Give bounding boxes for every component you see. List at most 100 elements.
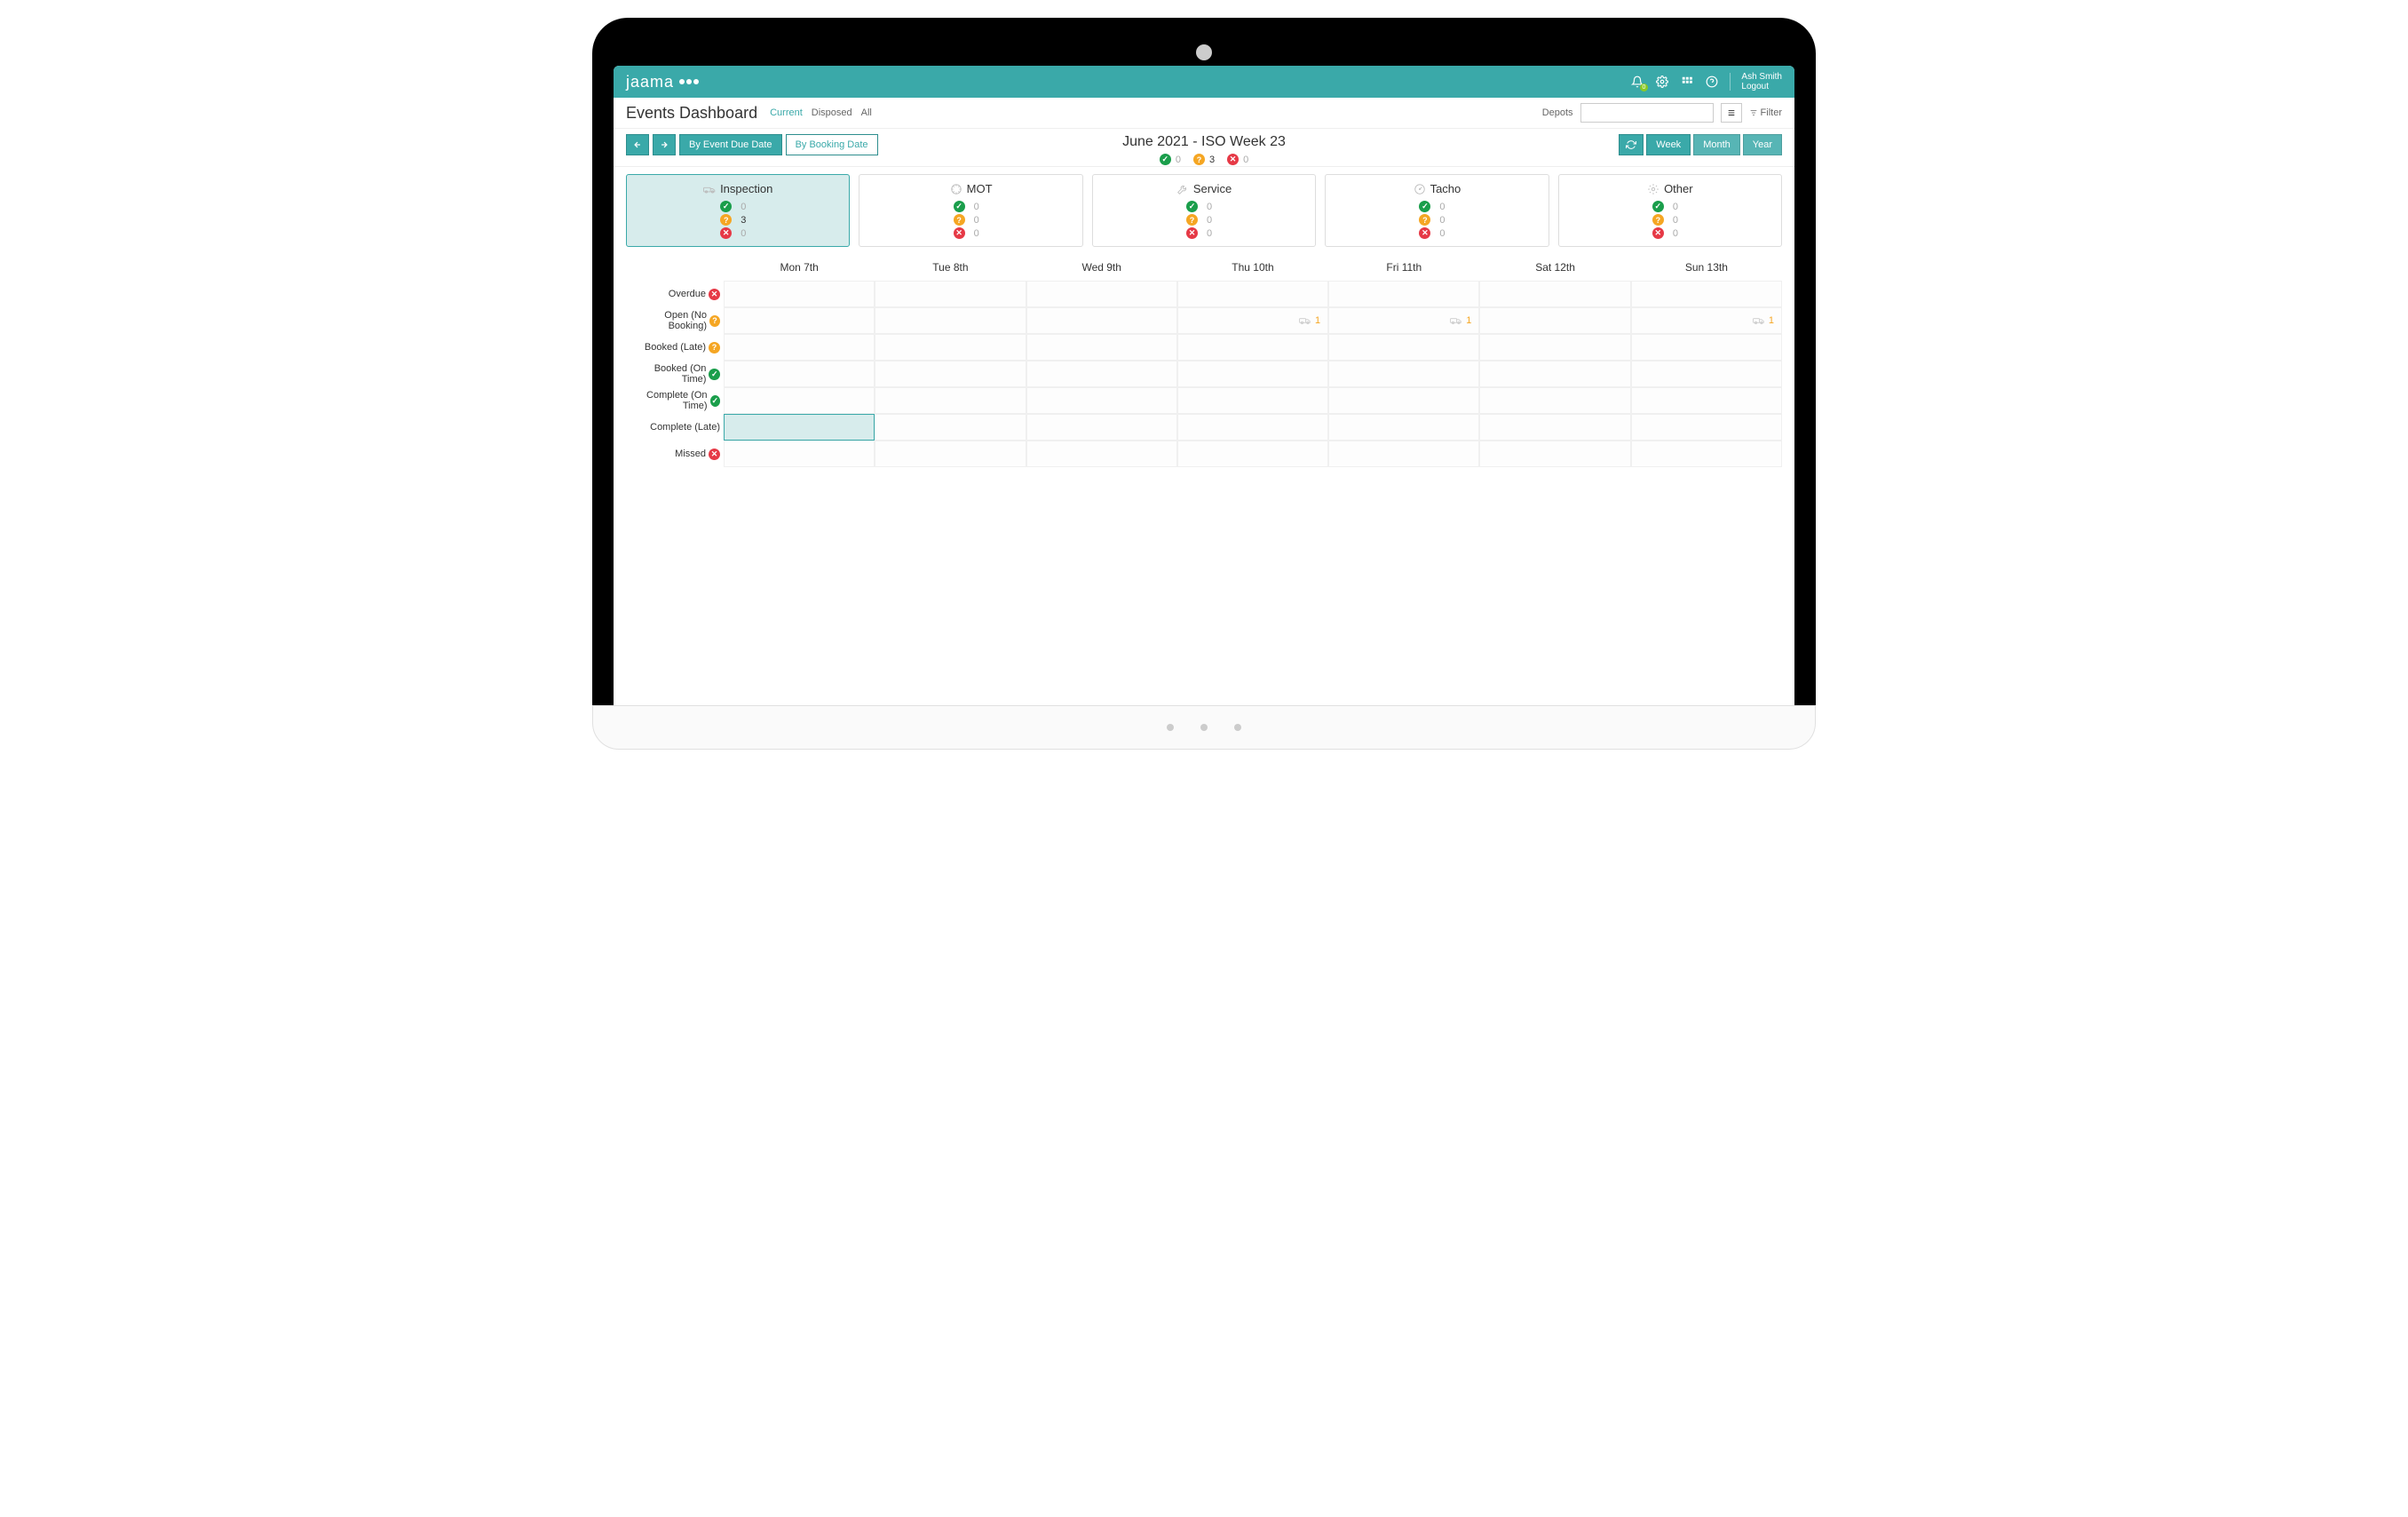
grid-cell[interactable]	[1479, 414, 1630, 441]
grid-cell[interactable]	[724, 334, 875, 361]
grid-icon[interactable]	[1680, 75, 1694, 89]
grid-cell[interactable]	[1631, 414, 1782, 441]
logo-dots	[679, 79, 699, 84]
grid-cell[interactable]	[1177, 441, 1328, 467]
card-inspection[interactable]: Inspection✓0?3✕0	[626, 174, 850, 247]
refresh-button[interactable]	[1619, 134, 1644, 155]
day-header: Wed 9th	[1026, 254, 1177, 281]
range-week-button[interactable]: Week	[1646, 134, 1691, 155]
grid-cell[interactable]	[1026, 361, 1177, 387]
grid-cell[interactable]	[1177, 361, 1328, 387]
logout-link[interactable]: Logout	[1741, 82, 1782, 91]
grid-cell[interactable]: 1	[1631, 307, 1782, 334]
grid-cell[interactable]	[1328, 281, 1479, 307]
mot-icon	[950, 183, 962, 195]
grid-cell[interactable]	[875, 334, 1026, 361]
grid-cell[interactable]	[1177, 281, 1328, 307]
grid-cell[interactable]	[1631, 281, 1782, 307]
card-title-text: MOT	[967, 182, 993, 195]
card-stats: ✓0?0✕0	[1333, 201, 1541, 239]
logo[interactable]: jaama	[626, 73, 699, 91]
grid-cell[interactable]	[1479, 361, 1630, 387]
grid-cell[interactable]	[1328, 414, 1479, 441]
summary-green: ✓0	[1160, 154, 1181, 165]
by-due-date-button[interactable]: By Event Due Date	[679, 134, 782, 155]
grid-cell[interactable]	[724, 307, 875, 334]
grid-cell[interactable]	[724, 361, 875, 387]
grid-cell[interactable]	[1177, 414, 1328, 441]
card-mot[interactable]: MOT✓0?0✕0	[859, 174, 1082, 247]
filter-link[interactable]: Filter	[1749, 107, 1782, 118]
card-stat-green: ✓0	[1652, 201, 1688, 212]
range-month-button[interactable]: Month	[1693, 134, 1740, 155]
x-icon: ✕	[1227, 154, 1239, 165]
next-period-button[interactable]	[653, 134, 676, 155]
grid-cell[interactable]	[875, 307, 1026, 334]
card-service[interactable]: Service✓0?0✕0	[1092, 174, 1316, 247]
truck-icon	[1450, 316, 1462, 325]
grid-cell[interactable]	[724, 281, 875, 307]
card-title-text: Inspection	[720, 182, 772, 195]
grid-cell[interactable]	[875, 387, 1026, 414]
question-icon: ?	[1193, 154, 1205, 165]
period-summary: ✓0 ?3 ✕0	[1026, 154, 1382, 165]
grid-cell[interactable]	[875, 361, 1026, 387]
grid-cell[interactable]	[1631, 441, 1782, 467]
grid-cell[interactable]	[1479, 387, 1630, 414]
gear-icon[interactable]	[1655, 75, 1669, 89]
grid-cell[interactable]	[875, 281, 1026, 307]
grid-cell[interactable]	[1026, 414, 1177, 441]
check-icon: ✓	[709, 369, 720, 380]
grid-cell[interactable]	[1328, 441, 1479, 467]
question-icon: ?	[720, 214, 732, 226]
grid-cell[interactable]	[1479, 281, 1630, 307]
grid-cell[interactable]	[1026, 307, 1177, 334]
grid-cell[interactable]	[1177, 387, 1328, 414]
grid-cell[interactable]	[875, 441, 1026, 467]
grid-cell[interactable]	[1026, 281, 1177, 307]
grid-cell[interactable]	[1177, 334, 1328, 361]
grid-cell[interactable]	[724, 414, 875, 441]
notif-badge: 0	[1640, 83, 1649, 91]
help-icon[interactable]	[1705, 75, 1719, 89]
question-icon: ?	[954, 214, 965, 226]
bell-icon[interactable]: 0	[1630, 75, 1644, 89]
grid-cell[interactable]	[1631, 334, 1782, 361]
grid-cell[interactable]	[1328, 387, 1479, 414]
service-icon	[1176, 183, 1189, 195]
range-year-button[interactable]: Year	[1743, 134, 1782, 155]
grid-cell[interactable]: 1	[1177, 307, 1328, 334]
grid-cell[interactable]	[875, 414, 1026, 441]
status-tab-all[interactable]: All	[861, 107, 872, 118]
grid-cell[interactable]	[1328, 334, 1479, 361]
row-label: Booked (Late)?	[626, 334, 724, 361]
grid-cell[interactable]	[1026, 334, 1177, 361]
card-stat-orange: ?0	[954, 214, 989, 226]
grid-cell[interactable]	[1631, 361, 1782, 387]
card-tacho[interactable]: Tacho✓0?0✕0	[1325, 174, 1549, 247]
check-icon: ✓	[710, 395, 720, 407]
grid-cell[interactable]	[724, 441, 875, 467]
grid-cell[interactable]	[724, 387, 875, 414]
grid-cell[interactable]	[1631, 387, 1782, 414]
depot-input[interactable]	[1580, 103, 1714, 123]
day-header: Fri 11th	[1328, 254, 1479, 281]
grid-cell[interactable]	[1479, 441, 1630, 467]
cell-count: 1	[1466, 315, 1471, 326]
grid-cell[interactable]	[1026, 441, 1177, 467]
prev-period-button[interactable]	[626, 134, 649, 155]
tacho-icon	[1414, 183, 1426, 195]
card-stat-green: ✓0	[1186, 201, 1222, 212]
grid-cell[interactable]	[1479, 334, 1630, 361]
depot-menu-button[interactable]	[1721, 103, 1742, 123]
cell-count: 1	[1315, 315, 1320, 326]
status-tab-disposed[interactable]: Disposed	[812, 107, 852, 118]
grid-cell[interactable]	[1026, 387, 1177, 414]
grid-cell[interactable]: 1	[1328, 307, 1479, 334]
grid-cell[interactable]	[1479, 307, 1630, 334]
status-tab-current[interactable]: Current	[770, 107, 803, 118]
grid-cell[interactable]	[1328, 361, 1479, 387]
row-label: Overdue✕	[626, 281, 724, 307]
card-other[interactable]: Other✓0?0✕0	[1558, 174, 1782, 247]
by-booking-date-button[interactable]: By Booking Date	[786, 134, 878, 155]
